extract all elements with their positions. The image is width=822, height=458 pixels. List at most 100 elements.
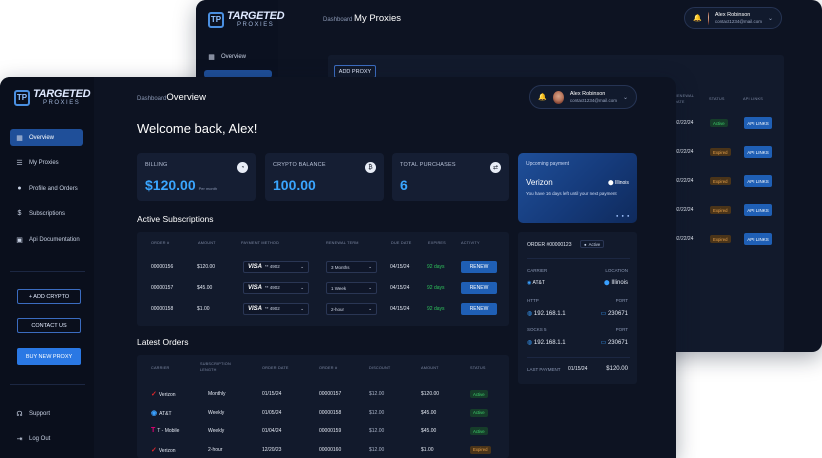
col-payment: PAYMENT METHOD xyxy=(241,241,280,245)
order-details-panel: ORDER #00000123 ● Active CARRIER LOCATIO… xyxy=(518,232,637,384)
col-order-num: ORDER # xyxy=(319,366,338,370)
billing-sub: Per month xyxy=(198,186,218,191)
back-sidebar-item-overview[interactable]: ▦ Overview xyxy=(202,48,275,65)
logo-text: TARGETED xyxy=(227,10,285,22)
sidebar-item-label: Subscriptions xyxy=(29,210,66,217)
status-badge: ● Active xyxy=(580,240,605,248)
order-date: 01/04/24 xyxy=(262,428,282,434)
port-label: PORT xyxy=(615,298,628,303)
chevron-down-icon: ⌄ xyxy=(368,264,372,269)
chevron-down-icon[interactable]: ⌄ xyxy=(768,15,773,22)
renewal-term-select[interactable]: 3 Months ⌄ xyxy=(326,261,377,273)
renew-button[interactable]: RENEW xyxy=(461,303,497,315)
carrier-name: AT&T xyxy=(159,410,172,417)
visa-icon: VISA xyxy=(248,306,263,312)
chevron-down-icon: ⌄ xyxy=(300,285,304,290)
sidebar-item-my-proxies[interactable]: ☰ My Proxies xyxy=(10,154,83,171)
globe-icon: ◍ xyxy=(527,311,533,317)
divider xyxy=(10,271,85,272)
chevron-down-icon: ⌄ xyxy=(368,285,372,290)
user-email: contact1234@mail.com xyxy=(569,97,617,103)
renew-button[interactable]: RENEW xyxy=(461,282,497,294)
dollar-icon: $ xyxy=(17,210,22,217)
http-port-text: 230671 xyxy=(607,311,628,317)
renewal-date: 02/22/24 xyxy=(674,236,694,242)
sidebar-item-profile[interactable]: ● Profile and Orders xyxy=(10,180,83,197)
breadcrumb-link[interactable]: Dashboard xyxy=(323,17,352,23)
last-payment-amount: $120.00 xyxy=(606,366,628,372)
carrier: ✓ Verizon xyxy=(151,390,176,398)
user-menu[interactable]: 🔔 Alex Robinson contact1234@mail.com ⌄ xyxy=(529,85,637,109)
col-discount: DISCOUNT xyxy=(369,366,391,370)
crypto-label: CRYPTO BALANCE xyxy=(273,162,326,168)
sidebar-item-subscriptions[interactable]: $ Subscriptions xyxy=(10,205,83,222)
sidebar-item-label: My Proxies xyxy=(29,159,59,166)
chevron-down-icon: ⌄ xyxy=(300,264,304,269)
bell-icon[interactable]: 🔔 xyxy=(538,93,547,101)
status-badge: Expired xyxy=(710,206,731,214)
logo-text: TARGETED xyxy=(33,88,91,100)
buy-new-proxy-button[interactable]: BUY NEW PROXY xyxy=(17,348,81,365)
order-number: 00000157 xyxy=(319,391,342,397)
avatar xyxy=(552,90,564,104)
location-label: LOCATION xyxy=(605,268,628,273)
carousel-dots[interactable]: ● ● ● xyxy=(616,213,630,218)
user-email: contact1234@mail.com xyxy=(714,18,762,24)
api-links-button[interactable]: API LINKS xyxy=(744,204,772,216)
order-number: 00000159 xyxy=(319,428,342,434)
col-activity: ACTIVITY xyxy=(461,241,480,245)
page-title: Overview xyxy=(166,92,206,103)
logout-link[interactable]: ⇥ Log Out xyxy=(10,430,83,447)
upcoming-message: You have 16 days left until your next pa… xyxy=(526,191,617,196)
card-last4: ** 4902 xyxy=(265,285,280,290)
payment-method-select[interactable]: VISA ** 4902 ⌄ xyxy=(243,303,309,315)
col-renewal-date: RENEWAL DATE xyxy=(674,94,694,104)
col-status: STATUS xyxy=(470,366,486,370)
order-number: 00000160 xyxy=(319,446,342,453)
renewal-date: 02/22/24 xyxy=(674,120,694,126)
socks-label: SOCKS 5 xyxy=(527,327,547,332)
col-amount: AMOUNT xyxy=(421,366,439,370)
divider xyxy=(10,384,85,385)
expires: 92 days xyxy=(427,264,445,270)
location-pin-icon: ⬤ xyxy=(604,280,610,286)
carrier-name: T - Mobile xyxy=(157,428,180,434)
verizon-check-icon: ✓ xyxy=(151,446,157,454)
amount: $120.00 xyxy=(421,391,440,397)
http-ip: ◍ 192.168.1.1 xyxy=(527,310,566,317)
order-date: 12/20/23 xyxy=(262,446,282,453)
support-link[interactable]: ☊ Support xyxy=(10,405,83,422)
due-date: 04/15/24 xyxy=(390,264,410,270)
renewal-term-select[interactable]: 1 Week ⌄ xyxy=(326,282,377,294)
col-order-date: ORDER DATE xyxy=(262,366,289,370)
bell-icon[interactable]: 🔔 xyxy=(693,14,702,22)
logo-subtext: PROXIES xyxy=(237,22,275,28)
discount: $12.00 xyxy=(369,428,385,434)
add-crypto-button[interactable]: + ADD CRYPTO xyxy=(17,289,81,304)
sidebar-item-api-docs[interactable]: ▣ Api Documentation xyxy=(10,231,83,248)
http-label: HTTP xyxy=(527,298,539,303)
carrier: ◉ AT&T xyxy=(151,409,172,417)
api-links-button[interactable]: API LINKS xyxy=(744,175,772,187)
api-links-button[interactable]: API LINKS xyxy=(744,117,772,129)
divider xyxy=(527,258,630,259)
order-number: 00000158 xyxy=(319,409,342,416)
sidebar-item-overview[interactable]: ▦ Overview xyxy=(10,129,83,146)
back-breadcrumb: Dashboard My Proxies xyxy=(323,13,401,24)
renew-button[interactable]: RENEW xyxy=(461,261,497,273)
verizon-check-icon: ✓ xyxy=(151,391,157,398)
contact-us-button[interactable]: CONTACT US xyxy=(17,318,81,333)
api-links-button[interactable]: API LINKS xyxy=(744,233,772,245)
globe-icon: ◍ xyxy=(527,340,533,346)
api-links-button[interactable]: API LINKS xyxy=(744,146,772,158)
crypto-value: 100.00 xyxy=(273,177,316,193)
payment-method-select[interactable]: VISA ** 4902 ⌄ xyxy=(243,261,309,273)
renewal-term-select[interactable]: 2-hour ⌄ xyxy=(326,303,377,315)
chevron-down-icon[interactable]: ⌄ xyxy=(623,94,628,101)
payment-method-select[interactable]: VISA ** 4902 ⌄ xyxy=(243,282,309,294)
visa-icon: VISA xyxy=(248,285,263,291)
billing-label: BILLING xyxy=(145,162,168,168)
back-user-menu[interactable]: 🔔 Alex Robinson contact1234@mail.com ⌄ xyxy=(684,7,782,29)
breadcrumb-link[interactable]: Dashboard xyxy=(137,96,166,102)
subscription-length: 2-hour xyxy=(208,446,223,453)
